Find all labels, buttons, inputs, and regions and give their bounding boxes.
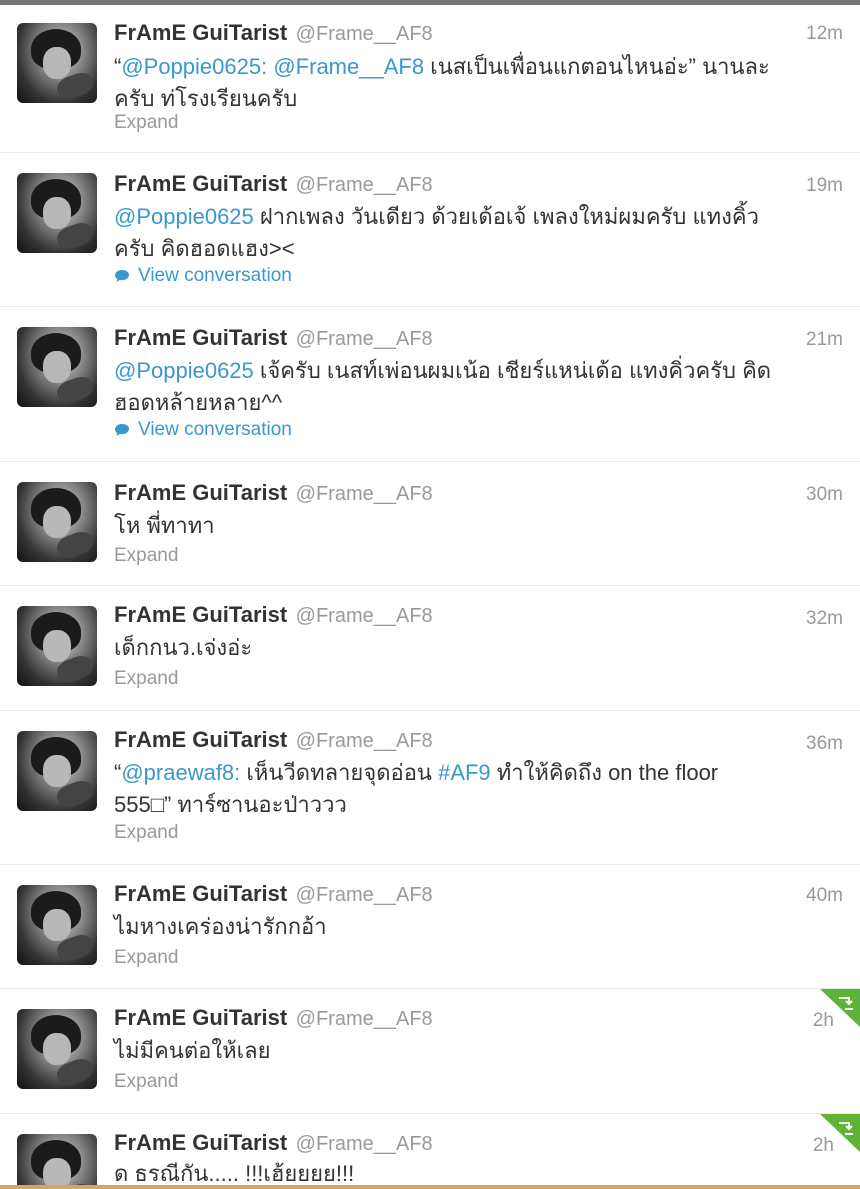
mention-link[interactable]: @Poppie0625: [121, 54, 267, 79]
mention-link[interactable]: @praewaf8: [121, 760, 240, 785]
author-handle[interactable]: @Frame__AF8 [296, 605, 433, 627]
author-name[interactable]: FrAmE GuiTarist [114, 20, 287, 45]
avatar[interactable] [17, 173, 97, 253]
mention-link[interactable]: @Frame__AF8 [273, 54, 424, 79]
tweet-timestamp[interactable]: 40m [806, 885, 843, 907]
avatar[interactable] [17, 23, 97, 103]
tweet-item[interactable]: FrAmE GuiTarist @Frame__AF8 32m เด็กกนว.… [0, 586, 860, 711]
author-handle[interactable]: @Frame__AF8 [296, 884, 433, 906]
tweet-timestamp[interactable]: 36m [806, 733, 843, 755]
author-handle[interactable]: @Frame__AF8 [296, 1133, 433, 1155]
view-conversation-link[interactable]: View conversation [114, 265, 292, 287]
tweet-timestamp[interactable]: 32m [806, 608, 843, 630]
expand-link[interactable]: Expand [114, 822, 178, 844]
avatar[interactable] [17, 1134, 97, 1189]
mention-link[interactable]: @Poppie0625 [114, 358, 254, 383]
view-conversation-link[interactable]: View conversation [114, 419, 292, 441]
avatar[interactable] [17, 1009, 97, 1089]
tweet-timestamp[interactable]: 12m [806, 23, 843, 45]
expand-link[interactable]: Expand [114, 112, 178, 134]
view-conversation-label[interactable]: View conversation [138, 265, 292, 287]
author-handle[interactable]: @Frame__AF8 [296, 483, 433, 505]
tweet-item[interactable]: FrAmE GuiTarist @Frame__AF8 19m @Poppie0… [0, 153, 860, 307]
mention-link[interactable]: @Poppie0625 [114, 204, 254, 229]
author-name[interactable]: FrAmE GuiTarist [114, 881, 287, 906]
author-handle[interactable]: @Frame__AF8 [296, 328, 433, 350]
author-name[interactable]: FrAmE GuiTarist [114, 1130, 287, 1155]
avatar[interactable] [17, 482, 97, 562]
tweet-timestamp[interactable]: 2h [813, 1010, 834, 1032]
tweet-item[interactable]: FrAmE GuiTarist @Frame__AF8 36m “@praewa… [0, 711, 860, 865]
avatar[interactable] [17, 731, 97, 811]
view-conversation-label[interactable]: View conversation [138, 419, 292, 441]
expand-link[interactable]: Expand [114, 668, 178, 690]
bottom-border [0, 1185, 860, 1189]
tweet-timestamp[interactable]: 19m [806, 175, 843, 197]
tweet-text: @Poppie0625 เจ้ครับ เนสท์เพ่อนผมเน้อ เชี… [114, 358, 772, 415]
avatar[interactable] [17, 606, 97, 686]
speech-bubble-icon [115, 424, 129, 436]
author-handle[interactable]: @Frame__AF8 [296, 1008, 433, 1030]
tweet-timestamp[interactable]: 2h [813, 1135, 834, 1157]
author-name[interactable]: FrAmE GuiTarist [114, 1005, 287, 1030]
tweet-item[interactable]: FrAmE GuiTarist @Frame__AF8 21m @Poppie0… [0, 307, 860, 462]
expand-link[interactable]: Expand [114, 1071, 178, 1093]
tweet-text: “@Poppie0625: @Frame__AF8 เนสเป็นเพื่อนแ… [114, 54, 770, 111]
author-name[interactable]: FrAmE GuiTarist [114, 325, 287, 350]
author-name[interactable]: FrAmE GuiTarist [114, 602, 287, 627]
tweet-item[interactable]: FrAmE GuiTarist @Frame__AF8 2h ด ธรณีกัน… [0, 1114, 860, 1189]
author-name[interactable]: FrAmE GuiTarist [114, 171, 287, 196]
author-handle[interactable]: @Frame__AF8 [296, 174, 433, 196]
tweet-text: โห พี่ทาทา [114, 513, 215, 538]
tweet-item[interactable]: FrAmE GuiTarist @Frame__AF8 2h ไม่มีคนต่… [0, 989, 860, 1114]
author-name[interactable]: FrAmE GuiTarist [114, 727, 287, 752]
tweet-timestamp[interactable]: 21m [806, 329, 843, 351]
tweet-text: ไมหางเคร่องน่ารักกอ้า [114, 914, 327, 939]
tweet-timestamp[interactable]: 30m [806, 484, 843, 506]
tweet-text: เด็กกนว.เจ่งอ่ะ [114, 635, 253, 660]
author-handle[interactable]: @Frame__AF8 [296, 730, 433, 752]
author-handle[interactable]: @Frame__AF8 [296, 23, 433, 45]
hashtag-link[interactable]: #AF9 [438, 760, 491, 785]
expand-link[interactable]: Expand [114, 545, 178, 567]
tweet-text: ไม่มีคนต่อให้เลย [114, 1038, 271, 1063]
tweet-item[interactable]: FrAmE GuiTarist @Frame__AF8 40m ไมหางเคร… [0, 865, 860, 989]
speech-bubble-icon [115, 270, 129, 282]
avatar[interactable] [17, 885, 97, 965]
tweet-item[interactable]: FrAmE GuiTarist @Frame__AF8 12m “@Poppie… [0, 5, 860, 153]
tweet-text: @Poppie0625 ฝากเพลง วันเดียว ด้วยเด้อเจ้… [114, 204, 759, 261]
author-name[interactable]: FrAmE GuiTarist [114, 480, 287, 505]
tweet-text: “@praewaf8: เห็นวีดทลายจุดอ่อน #AF9 ทำให… [114, 760, 719, 817]
avatar[interactable] [17, 327, 97, 407]
tweet-item[interactable]: FrAmE GuiTarist @Frame__AF8 30m โห พี่ทา… [0, 462, 860, 586]
expand-link[interactable]: Expand [114, 947, 178, 969]
